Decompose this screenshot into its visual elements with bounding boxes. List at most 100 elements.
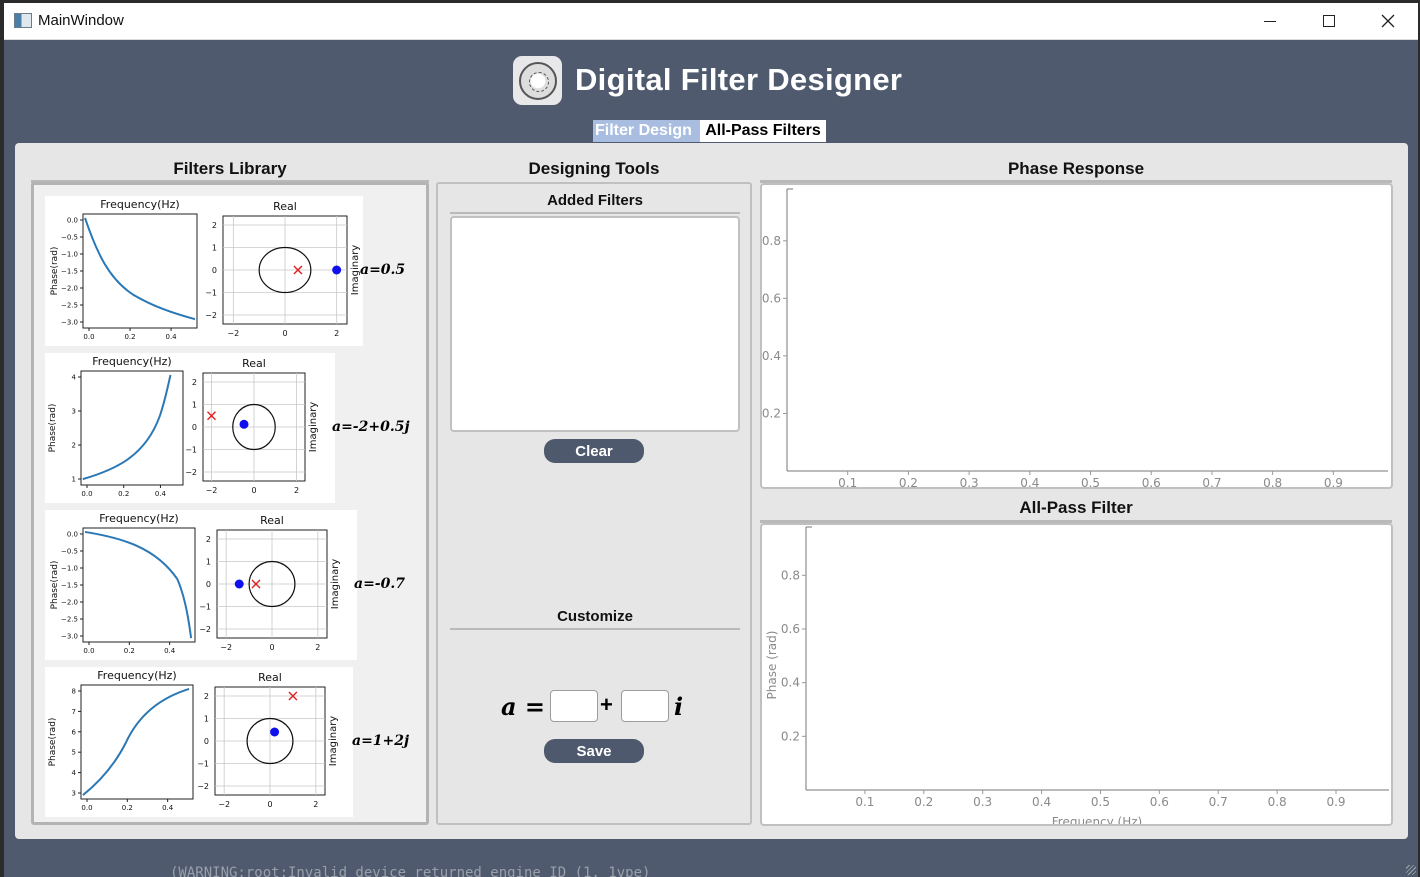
phase-ytick-label: 0.0 — [67, 217, 78, 225]
phase-xtick-label: 0.2 — [118, 490, 129, 498]
designing-tools-panel: Added Filters Clear Customize a = + i Sa… — [436, 182, 752, 825]
xtick-label: 0.4 — [1032, 795, 1051, 809]
phase-ytick-label: −3.0 — [61, 319, 78, 327]
zplane-title: Real — [260, 514, 284, 527]
phase-ytick-label: −2.5 — [61, 616, 78, 624]
ytick-label: 0.8 — [762, 234, 781, 248]
phase-ytick-label: 3 — [72, 790, 76, 798]
xtick-label: 0.6 — [1150, 795, 1169, 809]
library-filter-item[interactable]: Frequency(Hz) 0.0 −0.5 −1.0 −1.5 −2.0 −2.5 −3.0… — [45, 196, 363, 346]
zplane-ytick-label: −1 — [197, 760, 209, 769]
zplane-xtick-label: 0 — [269, 643, 274, 652]
phase-ytick-label: −3.0 — [61, 633, 78, 641]
phase-ytick-label: −1.5 — [61, 582, 78, 590]
xtick-label: 0.4 — [1020, 476, 1039, 487]
phase-ytick-label: 7 — [72, 708, 76, 716]
zplane-xtick-label: 2 — [313, 800, 318, 809]
library-filter-plots: Frequency(Hz) 8 7 6 5 4 3 0.0 0.2 0.4 Phase(rad) Re… — [48, 669, 339, 812]
zplane-ytick-label: 1 — [192, 401, 197, 410]
library-filter-item[interactable]: Frequency(Hz) 8 7 6 5 4 3 0.0 0.2 0.4 Phase(rad) Re… — [45, 667, 353, 817]
phase-ytick-label: −1.0 — [61, 251, 78, 259]
library-filter-item[interactable]: Frequency(Hz) 4 3 2 1 0.0 0.2 0.4 Phase(rad) Real… — [45, 353, 335, 503]
main-window: MainWindow Digital Filter Designer Filte… — [4, 3, 1418, 877]
designing-tools-title: Designing Tools — [528, 159, 660, 178]
ytick-label: 0.8 — [781, 568, 800, 582]
all-pass-filter-title: All-Pass Filter — [1019, 498, 1133, 517]
filters-library-title: Filters Library — [173, 159, 287, 178]
save-button[interactable]: Save — [544, 739, 644, 763]
ytick-label: 0.4 — [781, 676, 800, 690]
clear-button[interactable]: Clear — [544, 439, 644, 463]
divider — [450, 212, 740, 214]
phase-ytick-label: 0.0 — [67, 531, 78, 539]
zplane-ytick-label: 0 — [204, 737, 209, 746]
phase-plot-title: Frequency(Hz) — [92, 355, 171, 368]
xtick-label: 0.8 — [1263, 476, 1282, 487]
xtick-label: 0.3 — [960, 476, 979, 487]
zplane-xtick-label: 2 — [315, 643, 320, 652]
added-filters-title: Added Filters — [547, 192, 643, 209]
zplane-ytick-label: 2 — [212, 221, 217, 230]
library-filter-plots: Frequency(Hz) 0.0 −0.5 −1.0 −1.5 −2.0 −2.5 −3.0… — [50, 512, 341, 655]
zplane-xtick-label: −2 — [227, 329, 239, 338]
tab-all-pass-filters[interactable]: All-Pass Filters — [700, 120, 826, 142]
zplane-ylabel: Imaginary — [330, 559, 341, 610]
zplane-xtick-label: 2 — [294, 486, 299, 495]
zplane-ytick-label: −2 — [185, 468, 197, 477]
ytick-label: 0.2 — [762, 406, 781, 420]
ytick-label: 0.6 — [762, 291, 781, 305]
maximize-button[interactable] — [1300, 3, 1358, 39]
phase-ylabel: Phase(rad) — [48, 404, 58, 453]
zplane-ylabel: Imaginary — [308, 402, 319, 453]
imaginary-part-input[interactable] — [621, 690, 669, 722]
phase-ytick-label: 1 — [72, 476, 76, 484]
zplane-ytick-label: −1 — [185, 446, 197, 455]
console-output-peek: (WARNING:root:Invalid device returned en… — [170, 865, 651, 877]
zplane-ytick-label: 2 — [204, 692, 209, 701]
added-filters-list[interactable] — [450, 216, 740, 432]
window-title: MainWindow — [38, 12, 124, 29]
phase-xtick-label: 0.4 — [164, 647, 176, 655]
tab-filter-design[interactable]: Filter Design — [593, 120, 700, 142]
zplane-ytick-label: 0 — [206, 580, 211, 589]
close-button[interactable] — [1359, 3, 1417, 39]
phase-ytick-label: −1.0 — [61, 565, 78, 573]
phase-xtick-label: 0.2 — [124, 647, 135, 655]
phase-ytick-label: 2 — [72, 442, 76, 450]
phase-curve — [85, 532, 191, 638]
phase-plot-title: Frequency(Hz) — [99, 512, 178, 525]
phase-curve — [83, 375, 171, 479]
phase-ytick-label: 4 — [72, 374, 77, 382]
zplane-ytick-label: 1 — [206, 558, 211, 567]
phase-ytick-label: 3 — [72, 408, 76, 416]
customize-title: Customize — [557, 608, 633, 625]
zplane-ytick-label: 2 — [192, 378, 197, 387]
minimize-button[interactable] — [1241, 3, 1299, 39]
xtick-label: 0.8 — [1268, 795, 1287, 809]
phase-plot-frame — [82, 213, 198, 329]
app-window-icon — [14, 13, 32, 28]
phase-ytick-label: −2.0 — [61, 285, 78, 293]
phase-curve — [85, 218, 195, 319]
zplane-xtick-label: −2 — [206, 486, 218, 495]
phase-ylabel: Phase(rad) — [48, 718, 58, 767]
all-pass-filter-plot[interactable]: 0.8 0.6 0.4 0.2 0.1 0.2 0.3 0.4 0.5 0.6 0.7 0.8 0.9… — [760, 523, 1393, 829]
ytick-label: 0.2 — [781, 729, 800, 743]
phase-xtick-label: 0.4 — [162, 804, 174, 812]
a-symbol: a — [501, 692, 517, 721]
real-part-input[interactable] — [550, 690, 598, 722]
phase-xtick-label: 0.2 — [122, 804, 133, 812]
phase-plot-title: Frequency(Hz) — [97, 669, 176, 682]
resize-grip-icon[interactable] — [1406, 865, 1416, 875]
a-equals-label: a = — [501, 692, 545, 721]
phase-response-plot[interactable]: 0.8 0.6 0.4 0.2 0.1 0.2 0.3 0.4 0.5 0.6 0.7 0.8 0.9 — [760, 183, 1393, 490]
xtick-label: 0.2 — [914, 795, 933, 809]
zplane-xtick-label: 0 — [267, 800, 272, 809]
library-filter-item[interactable]: Frequency(Hz) 0.0 −0.5 −1.0 −1.5 −2.0 −2.5 −3.0… — [45, 510, 357, 660]
divider — [450, 628, 740, 630]
zplane-ytick-label: −1 — [199, 603, 211, 612]
library-filter-label: a=-2+0.5j — [332, 419, 410, 435]
phase-ytick-label: −0.5 — [61, 548, 78, 556]
zplane-ytick-label: −2 — [199, 625, 211, 634]
xtick-label: 0.3 — [973, 795, 992, 809]
